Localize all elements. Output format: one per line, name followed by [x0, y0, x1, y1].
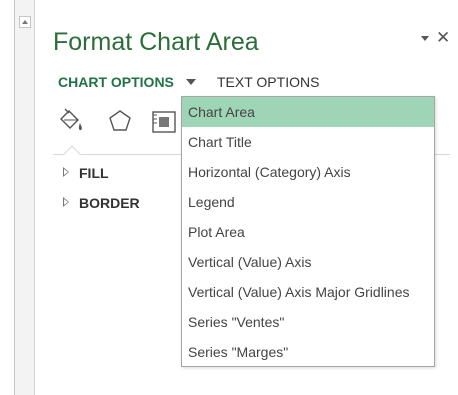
scroll-up-arrow-icon[interactable]: [19, 16, 31, 28]
section-border[interactable]: BORDER: [63, 195, 140, 211]
tab-chart-options[interactable]: CHART OPTIONS: [58, 74, 174, 90]
dropdown-item-plot-area[interactable]: Plot Area: [182, 217, 434, 247]
expand-triangle-icon: [63, 167, 69, 177]
dropdown-item-chart-title[interactable]: Chart Title: [182, 127, 434, 157]
dropdown-item-series-ventes[interactable]: Series "Ventes": [182, 307, 434, 337]
fill-line-icon[interactable]: [56, 106, 86, 136]
vertical-scrollbar[interactable]: [15, 0, 35, 395]
dropdown-item-horizontal-axis[interactable]: Horizontal (Category) Axis: [182, 157, 434, 187]
chart-element-dropdown: Chart Area Chart Title Horizontal (Categ…: [181, 96, 435, 367]
dropdown-item-legend[interactable]: Legend: [182, 187, 434, 217]
worksheet-edge: [0, 0, 15, 395]
dropdown-item-vertical-gridlines[interactable]: Vertical (Value) Axis Major Gridlines: [182, 277, 434, 307]
active-category-indicator: [63, 145, 81, 163]
expand-triangle-icon: [63, 197, 69, 207]
section-fill-label: FILL: [79, 165, 109, 181]
chevron-down-icon[interactable]: [420, 33, 432, 45]
effects-pentagon-icon[interactable]: [105, 106, 135, 136]
size-properties-icon[interactable]: [149, 106, 179, 136]
close-icon[interactable]: ✕: [436, 28, 450, 48]
chart-options-dropdown-arrow-icon[interactable]: [186, 79, 196, 87]
section-border-label: BORDER: [79, 195, 140, 211]
dropdown-item-chart-area[interactable]: Chart Area: [182, 97, 434, 127]
section-fill[interactable]: FILL: [63, 165, 109, 181]
dropdown-item-series-marges[interactable]: Series "Marges": [182, 337, 434, 367]
pane-title: Format Chart Area: [53, 28, 259, 56]
tab-text-options[interactable]: TEXT OPTIONS: [217, 74, 319, 90]
dropdown-item-vertical-axis[interactable]: Vertical (Value) Axis: [182, 247, 434, 277]
